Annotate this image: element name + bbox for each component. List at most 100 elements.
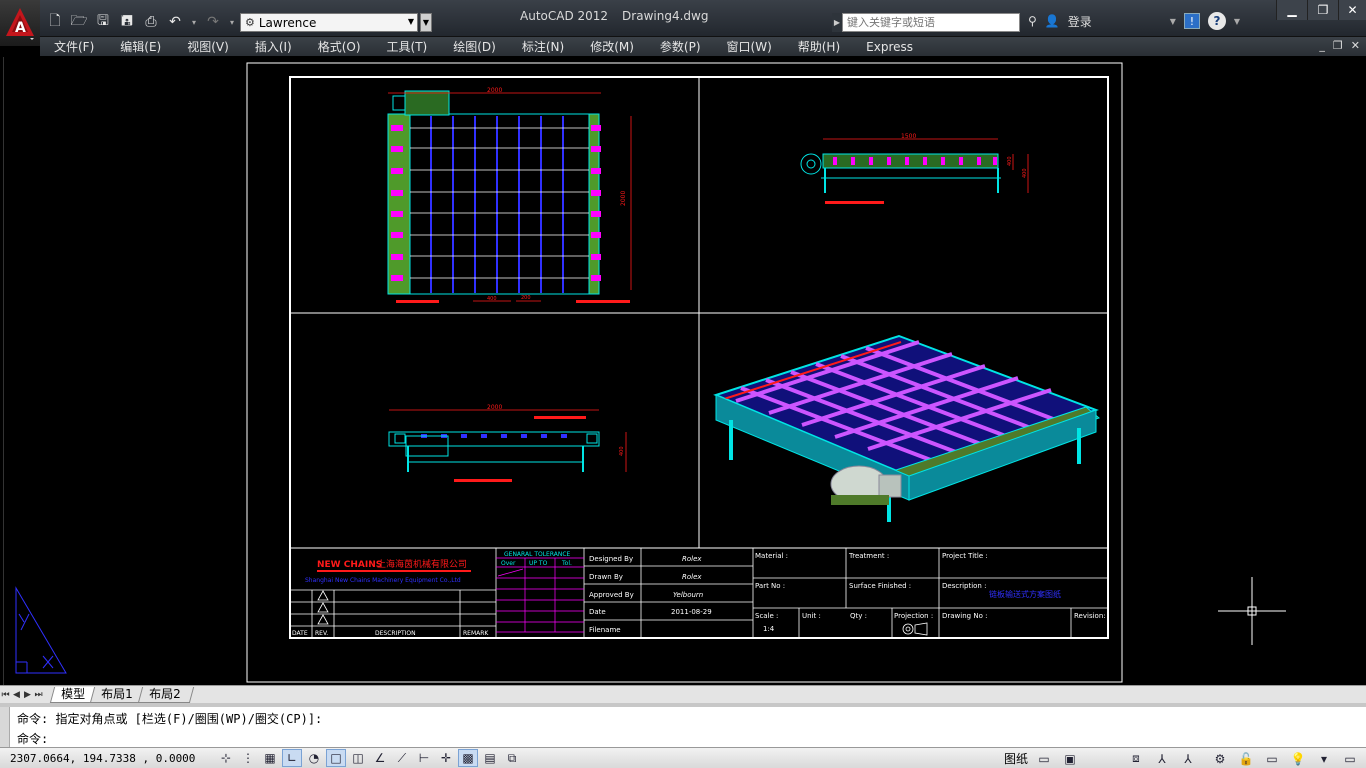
hardware-acceleration-icon[interactable]: ▭ [1262,750,1282,768]
dim-side-width: 1500 [901,133,916,140]
doc-restore-icon[interactable]: ❐ [1333,39,1343,52]
gear-icon: ⚙ [245,16,255,29]
restore-button[interactable]: ❐ [1307,0,1338,20]
menu-edit[interactable]: 编辑(E) [106,38,173,55]
isolate-objects-icon[interactable]: 💡 [1288,750,1308,768]
tol-upto: UP TO [529,560,548,567]
next-tab-icon[interactable]: ▶ [22,688,33,702]
infocenter-tools: ⚲ 👤 登录 ▼ ! ? ▼ [1028,12,1240,30]
close-button[interactable]: ✕ [1338,0,1366,20]
menu-modify[interactable]: 修改(M) [576,38,646,55]
dim-side-h1: 400 [1007,156,1013,166]
menu-file[interactable]: 文件(F) [40,38,106,55]
menu-format[interactable]: 格式(O) [304,38,373,55]
minimize-button[interactable]: ▁ [1276,0,1307,20]
chevron-down-icon[interactable]: ▼ [1170,17,1176,26]
status-right-tools: 图纸 ▭ ▣ ⧈ ⅄ ⅄ ⚙ 🔓 ▭ 💡 ▾ ▭ [1004,748,1366,768]
grid-display-icon[interactable]: ▦ [260,749,280,767]
save-icon[interactable]: 🖫 [92,11,114,33]
lock-icon[interactable]: 🔓 [1236,750,1256,768]
help-dropdown-icon[interactable]: ▼ [1234,17,1240,26]
company-name-cn: 上海海茵机械有限公司 [377,558,467,570]
isometric-view[interactable] [713,334,1100,522]
drawing-svg[interactable]: 2000 2000 400 200 1500 400 400 2000 400 … [4,57,1366,685]
clean-screen-icon[interactable]: ▭ [1340,750,1360,768]
annotation-scale-icon[interactable]: ⅄ [1152,750,1172,768]
command-prompt[interactable]: 命令: [17,730,48,747]
workspace-select[interactable]: ⚙ Lawrence ▼ [240,13,418,32]
customize-toolbar-button[interactable]: ▼ [420,13,432,32]
undo-icon[interactable]: ↶ [164,11,186,33]
drawn-by-value: Rolex [682,573,702,581]
crosshair-cursor [1218,577,1286,645]
quick-view-drawings-icon[interactable]: ▣ [1060,750,1080,768]
infer-constraints-icon[interactable]: ⊹ [216,749,236,767]
object-snap-tracking-icon[interactable]: ∠ [370,749,390,767]
exchange-icon[interactable]: ! [1183,13,1200,29]
3d-object-snap-icon[interactable]: ◫ [348,749,368,767]
tab-layout2[interactable]: 布局2 [137,686,194,703]
drawing-canvas[interactable]: 2000 2000 400 200 1500 400 400 2000 400 … [3,57,1366,685]
binoculars-icon[interactable]: ⚲ [1028,14,1037,28]
menu-tools[interactable]: 工具(T) [373,38,440,55]
annotation-visibility-icon[interactable]: ⅄ [1178,750,1198,768]
menu-view[interactable]: 视图(V) [173,38,241,55]
qty-label: Qty : [850,612,867,620]
paper-space-toggle[interactable]: 图纸 [1004,750,1028,767]
workspace-switching-icon[interactable]: ⚙ [1210,750,1230,768]
part-no-label: Part No : [755,582,785,590]
object-snap-icon[interactable]: □ [326,749,346,767]
dynamic-ucs-icon[interactable]: ⟋ [392,749,412,767]
menu-parametric[interactable]: 参数(P) [646,38,713,55]
doc-minimize-icon[interactable]: _ [1319,39,1325,52]
dynamic-input-icon[interactable]: ⊢ [414,749,434,767]
last-tab-icon[interactable]: ⏭ [33,688,44,702]
doc-close-icon[interactable]: ✕ [1351,39,1360,52]
menu-dimension[interactable]: 标注(N) [508,38,576,55]
search-expand-icon[interactable]: ▶ [832,13,842,32]
status-menu-icon[interactable]: ▾ [1314,750,1334,768]
quick-properties-icon[interactable]: ▤ [480,749,500,767]
tolerance-title: GENARAL TOLERANCE [504,551,571,558]
tol-over: Over [501,560,516,567]
transparency-icon[interactable]: ▩ [458,749,478,767]
new-file-icon[interactable]: 🗋 [44,11,66,33]
side-view[interactable]: 1500 400 400 [800,133,1029,204]
open-file-icon[interactable]: 🗁 [68,11,90,33]
user-icon[interactable]: 👤 [1045,14,1060,28]
print-icon[interactable]: ⎙ [140,11,162,33]
ortho-mode-icon[interactable]: ∟ [282,749,302,767]
tab-layout2-label: 布局2 [148,686,181,701]
polar-tracking-icon[interactable]: ◔ [304,749,324,767]
snap-mode-icon[interactable]: ⋮ [238,749,258,767]
top-view[interactable]: 2000 2000 400 200 [387,87,632,303]
front-view[interactable]: 2000 400 [388,404,627,482]
login-button[interactable]: 登录 [1068,13,1092,30]
menu-insert[interactable]: 插入(I) [241,38,304,55]
quick-view-layouts-icon[interactable]: ▭ [1034,750,1054,768]
first-tab-icon[interactable]: ⏮ [0,688,11,702]
menu-help[interactable]: 帮助(H) [784,38,852,55]
description-value: 链板输送式方案图纸 [989,589,1061,599]
command-line[interactable]: 命令: 指定对角点或 [栏选(F)/圈围(WP)/圈交(CP)]: 命令: [0,703,1366,747]
status-bar: 2307.0664, 194.7338 , 0.0000 ⊹ ⋮ ▦ ∟ ◔ □… [0,747,1366,768]
document-window-controls: _ ❐ ✕ [1319,39,1360,52]
save-as-icon[interactable]: 🖪 [116,11,138,33]
prev-tab-icon[interactable]: ◀ [11,688,22,702]
redo-dropdown-icon[interactable]: ▾ [226,11,238,33]
lineweight-icon[interactable]: ✛ [436,749,456,767]
maximize-viewport-icon[interactable]: ⧈ [1126,750,1146,768]
menu-window[interactable]: 窗口(W) [713,38,784,55]
search-input[interactable] [842,13,1020,32]
command-line-grip[interactable] [0,707,10,747]
help-icon[interactable]: ? [1207,12,1226,30]
dim-side-h2: 400 [1022,168,1028,178]
menu-express[interactable]: Express [852,40,925,54]
coordinate-readout[interactable]: 2307.0664, 194.7338 , 0.0000 [0,752,216,765]
selection-cycling-icon[interactable]: ⧉ [502,749,522,767]
scale-value: 1:4 [763,625,775,633]
undo-dropdown-icon[interactable]: ▾ [188,11,200,33]
menu-draw[interactable]: 绘图(D) [439,38,508,55]
application-menu-button[interactable]: A [0,0,40,46]
redo-icon[interactable]: ↷ [202,11,224,33]
